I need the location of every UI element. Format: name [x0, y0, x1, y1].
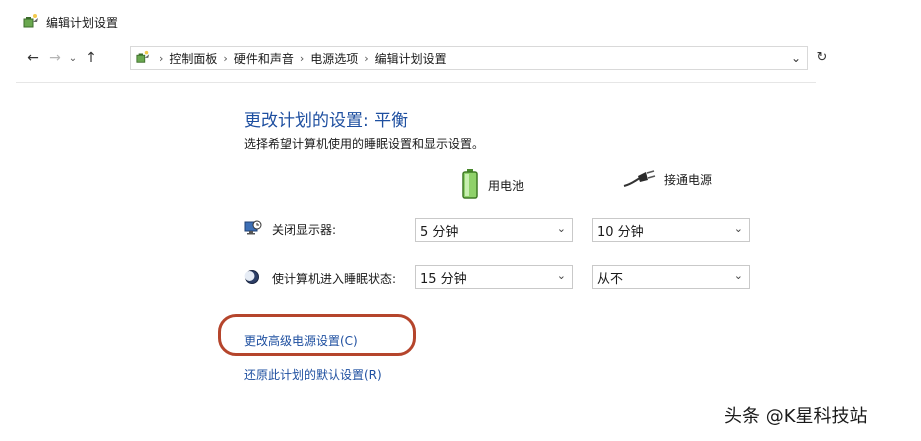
chevron-down-icon: ⌄	[733, 222, 743, 235]
setting-label-sleep: 使计算机进入睡眠状态:	[272, 272, 397, 286]
monitor-clock-icon	[244, 220, 262, 239]
breadcrumb-separator-icon[interactable]: ›	[300, 52, 304, 65]
setting-row-display: 关闭显示器:	[244, 220, 336, 239]
refresh-icon[interactable]: ↻	[812, 46, 832, 68]
breadcrumb-item-edit-plan[interactable]: 编辑计划设置	[375, 50, 447, 67]
breadcrumb-separator-icon[interactable]: ›	[364, 52, 368, 65]
power-options-icon	[22, 13, 40, 32]
power-plug-icon	[622, 168, 656, 191]
restore-defaults-link[interactable]: 还原此计划的默认设置(R)	[244, 366, 382, 383]
select-value: 15 分钟	[420, 271, 467, 287]
breadcrumb-item-power-options[interactable]: 电源选项	[310, 50, 358, 67]
column-header-battery: 用电池	[460, 168, 524, 203]
setting-row-sleep: 使计算机进入睡眠状态:	[244, 269, 396, 288]
breadcrumb[interactable]: › 控制面板 › 硬件和声音 › 电源选项 › 编辑计划设置 ⌄	[130, 46, 808, 70]
select-value: 从不	[597, 271, 624, 287]
back-arrow-icon[interactable]: ←	[22, 47, 44, 69]
select-value: 5 分钟	[420, 224, 459, 240]
window-title: 编辑计划设置	[46, 15, 119, 30]
up-arrow-icon[interactable]: ↑	[80, 47, 102, 69]
column-header-plugged: 接通电源	[622, 168, 712, 191]
breadcrumb-separator-icon[interactable]: ›	[223, 52, 227, 65]
breadcrumb-separator-icon[interactable]: ›	[159, 52, 163, 65]
sleep-plugged-select[interactable]: 从不 ⌄	[592, 265, 750, 289]
watermark: 头条 @K星科技站	[724, 406, 868, 427]
display-off-battery-select[interactable]: 5 分钟 ⌄	[415, 218, 573, 242]
address-bar: ← → ⌄ ↑ › 控制面板 › 硬件和声音 › 电源选项 › 编辑计划设置 ⌄…	[22, 46, 827, 70]
breadcrumb-item-hardware-sound[interactable]: 硬件和声音	[234, 50, 294, 67]
display-off-plugged-select[interactable]: 10 分钟 ⌄	[592, 218, 750, 242]
forward-arrow-icon[interactable]: →	[44, 47, 66, 69]
window-title-bar: 编辑计划设置	[22, 12, 118, 32]
setting-label-display: 关闭显示器:	[272, 223, 337, 237]
column-label-plugged: 接通电源	[664, 173, 713, 187]
sleep-battery-select[interactable]: 15 分钟 ⌄	[415, 265, 573, 289]
page-title: 更改计划的设置: 平衡	[244, 111, 409, 131]
chevron-down-icon: ⌄	[556, 269, 566, 282]
chevron-down-icon: ⌄	[733, 269, 743, 282]
column-label-battery: 用电池	[488, 179, 525, 193]
advanced-power-settings-link[interactable]: 更改高级电源设置(C)	[244, 332, 358, 349]
address-dropdown-chevron-icon[interactable]: ⌄	[791, 51, 801, 65]
battery-icon	[460, 168, 480, 203]
recent-locations-chevron-icon[interactable]: ⌄	[66, 47, 80, 69]
breadcrumb-item-control-panel[interactable]: 控制面板	[169, 50, 217, 67]
divider	[16, 82, 816, 83]
moon-icon	[244, 269, 262, 288]
page-subtitle: 选择希望计算机使用的睡眠设置和显示设置。	[244, 137, 485, 151]
breadcrumb-root-icon	[135, 50, 151, 67]
chevron-down-icon: ⌄	[556, 222, 566, 235]
select-value: 10 分钟	[597, 224, 644, 240]
